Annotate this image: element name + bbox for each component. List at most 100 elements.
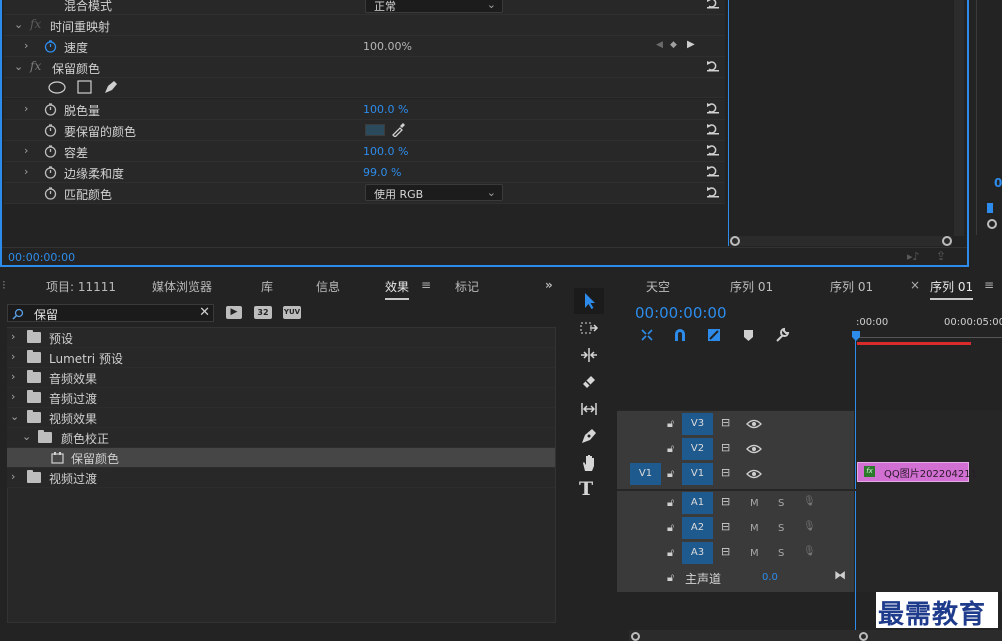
sync-lock-icon[interactable]: ⊟ — [721, 441, 730, 454]
linked-selection-icon[interactable] — [706, 327, 722, 343]
chevron-down-icon[interactable]: ⌄ — [10, 410, 19, 423]
search-input[interactable]: 保留 — [34, 306, 58, 323]
tree-item-leave-color[interactable]: 保留颜色 — [7, 448, 555, 468]
param-value[interactable]: 100.0 % — [363, 103, 408, 116]
chevron-right-icon[interactable]: › — [11, 390, 15, 403]
tree-item-lumetri-presets[interactable]: › Lumetri 预设 — [7, 348, 555, 368]
timeline-tab[interactable]: 序列 01 — [830, 278, 873, 295]
tab-effects[interactable]: 效果 — [385, 278, 410, 300]
pen-tool-icon[interactable] — [579, 426, 599, 446]
tab-markers[interactable]: 标记 — [455, 278, 479, 295]
tree-item-audio-effects[interactable]: › 音频效果 — [7, 368, 555, 388]
accelerated-effects-icon[interactable]: ▶ — [226, 306, 242, 319]
speed-value[interactable]: 100.00% — [363, 40, 412, 53]
timeline-scrollbar[interactable] — [629, 630, 1002, 641]
tab-info[interactable]: 信息 — [316, 278, 340, 295]
side-value[interactable]: 0 — [994, 176, 1002, 190]
microphone-icon[interactable]: 🎙︎ — [803, 546, 816, 557]
lock-icon[interactable]: 🔓︎ — [667, 496, 674, 510]
work-area-bar[interactable] — [857, 342, 971, 345]
sync-lock-icon[interactable]: ⊟ — [721, 466, 730, 479]
timeline-tab[interactable]: 天空 — [646, 278, 670, 295]
chevron-right-icon[interactable]: › — [24, 102, 28, 115]
ripple-edit-tool-icon[interactable] — [579, 345, 599, 365]
scroll-handle[interactable] — [987, 219, 997, 229]
reset-icon[interactable] — [706, 102, 720, 114]
add-keyframe-icon[interactable]: ◆ — [670, 40, 677, 50]
razor-tool-icon[interactable] — [579, 372, 599, 392]
ec-vertical-scrollbar[interactable] — [954, 0, 964, 236]
tab-libraries[interactable]: 库 — [261, 278, 273, 295]
ellipse-mask-icon[interactable] — [48, 81, 66, 94]
chevron-right-icon[interactable]: › — [24, 144, 28, 157]
chevron-down-icon[interactable]: ⌄ — [22, 430, 31, 443]
param-value[interactable]: 99.0 % — [363, 166, 401, 179]
master-value[interactable]: 0.0 — [762, 572, 778, 583]
timecode[interactable]: 00:00:00:00 — [8, 251, 75, 264]
snap-icon[interactable] — [672, 327, 688, 343]
nest-icon[interactable] — [639, 327, 655, 343]
track-target-v1[interactable]: V1 — [682, 463, 713, 485]
add-marker-icon[interactable] — [742, 328, 755, 342]
timeline-timecode[interactable]: 00:00:00:00 — [635, 304, 727, 322]
scroll-handle-left[interactable] — [631, 632, 640, 641]
track-target-a2[interactable]: A2 — [682, 517, 713, 539]
track-target-a1[interactable]: A1 — [682, 492, 713, 514]
param-value[interactable]: 100.0 % — [363, 145, 408, 158]
close-tab-icon[interactable]: × — [910, 278, 920, 292]
reset-icon[interactable] — [706, 60, 720, 72]
menu-icon[interactable]: ≡ — [421, 278, 431, 292]
video-clip[interactable]: fx QQ图片202204211 — [857, 462, 977, 482]
prev-keyframe-icon[interactable]: ◀ — [656, 40, 663, 50]
sync-lock-icon[interactable]: ⊟ — [721, 545, 730, 558]
search-field[interactable]: 保留 ✕ — [7, 304, 214, 322]
effect-header-row[interactable]: ⌄ fx 保留颜色 — [4, 57, 725, 78]
blend-mode-dropdown[interactable]: 正常 ⌄ — [365, 0, 503, 13]
next-keyframe-icon[interactable]: ▶ — [687, 39, 695, 50]
scroll-handle-right[interactable] — [942, 236, 952, 246]
lock-icon[interactable]: 🔓︎ — [667, 467, 674, 481]
chevron-right-icon[interactable]: › — [11, 470, 15, 483]
lock-icon[interactable]: 🔓︎ — [667, 546, 674, 560]
overflow-icon[interactable]: » — [545, 278, 553, 292]
match-colors-dropdown[interactable]: 使用 RGB ⌄ — [365, 184, 503, 201]
chevron-right-icon[interactable]: › — [11, 330, 15, 343]
chevron-right-icon[interactable]: › — [24, 165, 28, 178]
stopwatch-icon[interactable] — [44, 187, 57, 200]
tree-item-color-correction[interactable]: ⌄ 颜色校正 — [7, 428, 555, 448]
mute-button[interactable]: M — [750, 548, 759, 559]
tree-item-video-transitions[interactable]: › 视频过渡 — [7, 468, 555, 488]
export-icon[interactable]: ⇪ — [936, 249, 946, 263]
yuv-effects-icon[interactable]: YUV — [283, 306, 301, 319]
track-target-v2[interactable]: V2 — [682, 438, 713, 460]
playhead-icon[interactable] — [851, 330, 861, 342]
track-select-tool-icon[interactable] — [579, 318, 599, 338]
chevron-down-icon[interactable]: ⌄ — [14, 18, 23, 31]
eye-icon[interactable] — [746, 444, 762, 454]
selection-tool-icon[interactable] — [579, 291, 599, 311]
timeline-tab-active[interactable]: 序列 01 — [930, 278, 974, 300]
scroll-handle-right[interactable] — [859, 632, 868, 641]
stopwatch-icon[interactable] — [44, 40, 57, 53]
stopwatch-icon[interactable] — [44, 124, 57, 137]
chevron-down-icon[interactable]: ⌄ — [14, 60, 23, 73]
mute-button[interactable]: M — [750, 523, 759, 534]
clear-search-icon[interactable]: ✕ — [199, 305, 210, 320]
tree-item-video-effects[interactable]: ⌄ 视频效果 — [7, 408, 555, 428]
slip-tool-icon[interactable] — [579, 399, 599, 419]
scroll-handle-left[interactable] — [730, 236, 740, 246]
eye-icon[interactable] — [746, 419, 762, 429]
timeline-tab[interactable]: 序列 01 — [730, 278, 773, 295]
source-patch-v1[interactable]: V1 — [630, 463, 661, 485]
hand-tool-icon[interactable] — [579, 453, 599, 473]
pen-mask-icon[interactable] — [103, 79, 119, 95]
microphone-icon[interactable]: 🎙︎ — [803, 521, 816, 532]
reset-icon[interactable] — [706, 186, 720, 198]
menu-icon[interactable]: ≡ — [984, 278, 994, 292]
playhead-marker[interactable] — [987, 203, 993, 213]
track-target-a3[interactable]: A3 — [682, 542, 713, 564]
reset-icon[interactable] — [706, 144, 720, 156]
solo-button[interactable]: S — [778, 548, 784, 559]
solo-button[interactable]: S — [778, 498, 784, 509]
lock-icon[interactable]: 🔓︎ — [667, 417, 674, 431]
